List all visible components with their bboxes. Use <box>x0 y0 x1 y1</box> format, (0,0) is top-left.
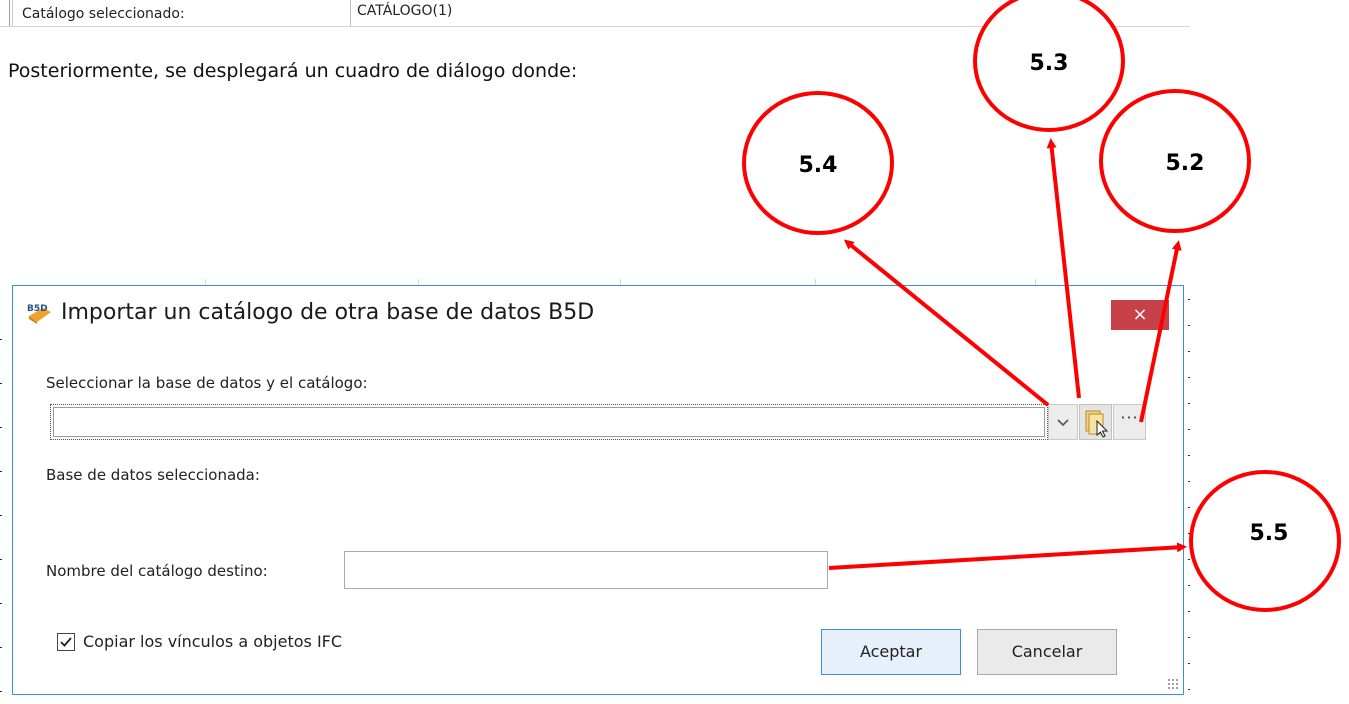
callout-label-5-4: 5.4 <box>799 153 838 178</box>
selected-catalog-row: Catálogo seleccionado: CATÁLOGO(1) <box>0 0 1190 27</box>
chevron-down-icon <box>1057 419 1069 427</box>
row-edge <box>9 0 10 26</box>
background-tick-column-left <box>0 339 2 699</box>
callout-circle-5-2 <box>1099 89 1251 233</box>
checkmark-icon <box>60 637 72 647</box>
resize-grip[interactable] <box>1167 678 1179 690</box>
callout-label-5-3: 5.3 <box>1030 51 1069 76</box>
copy-links-checkbox[interactable] <box>57 633 75 651</box>
selected-catalog-label: Catálogo seleccionado: <box>22 6 185 22</box>
callout-label-5-5: 5.5 <box>1250 521 1289 546</box>
logo-text: B5D <box>27 304 48 314</box>
accept-button[interactable]: Aceptar <box>821 629 961 675</box>
browse-database-button[interactable]: ··· <box>1113 404 1146 440</box>
callout-circle-5-5 <box>1189 470 1341 612</box>
selected-catalog-value-cell[interactable]: CATÁLOGO(1) <box>350 0 1191 26</box>
row-edge-inner <box>12 0 13 26</box>
folder-cursor-icon <box>1085 410 1109 438</box>
import-catalog-dialog: B5D Importar un catálogo de otra base de… <box>12 285 1184 695</box>
close-icon: × <box>1132 304 1148 325</box>
database-catalog-combo[interactable] <box>50 404 1048 440</box>
dialog-title: Importar un catálogo de otra base de dat… <box>61 300 595 325</box>
callout-label-5-2: 5.2 <box>1166 151 1205 176</box>
target-name-label: Nombre del catálogo destino: <box>46 562 268 580</box>
selected-db-label: Base de datos seleccionada: <box>46 466 260 484</box>
cancel-button[interactable]: Cancelar <box>977 629 1117 675</box>
select-db-label: Seleccionar la base de datos y el catálo… <box>46 374 368 392</box>
close-button[interactable]: × <box>1111 300 1169 330</box>
dialog-titlebar[interactable]: B5D Importar un catálogo de otra base de… <box>13 286 1183 338</box>
background-tick-column <box>1188 299 1190 699</box>
intro-paragraph: Posteriormente, se desplegará un cuadro … <box>8 60 578 82</box>
ellipsis-icon: ··· <box>1120 408 1139 427</box>
selected-catalog-value: CATÁLOGO(1) <box>357 3 453 19</box>
target-catalog-name-input[interactable] <box>344 551 828 589</box>
pick-catalog-button[interactable] <box>1079 404 1112 440</box>
dropdown-button[interactable] <box>1048 404 1078 440</box>
b5d-logo-icon: B5D <box>27 304 51 324</box>
copy-links-label: Copiar los vínculos a objetos IFC <box>83 632 343 651</box>
callout-circle-5-4 <box>742 91 894 235</box>
